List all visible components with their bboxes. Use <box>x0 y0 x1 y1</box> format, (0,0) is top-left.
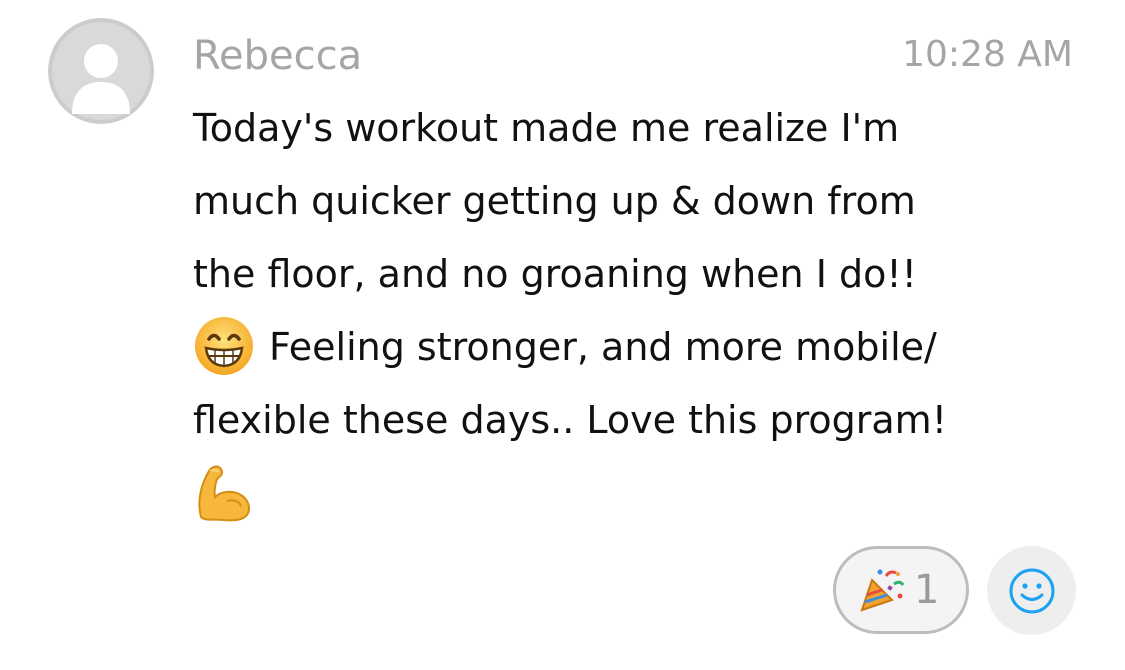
timestamp: 10:28 AM <box>902 34 1073 75</box>
message-line: Today's workout made me realize I'm <box>193 106 900 150</box>
author-name[interactable]: Rebecca <box>193 30 362 82</box>
default-user-avatar-icon <box>48 18 154 124</box>
message-line: flexible these days.. Love this program! <box>193 398 947 442</box>
party-popper-icon <box>858 566 906 614</box>
message-line: much quicker getting up & down from <box>193 179 916 223</box>
message-line-emoji <box>193 457 1073 530</box>
reaction-count: 1 <box>914 567 940 613</box>
avatar[interactable] <box>48 18 154 124</box>
message-line: Feeling stronger, and more mobile/ <box>269 325 937 369</box>
message-body: Today's workout made me realize I'm much… <box>193 92 1073 530</box>
grinning-face-emoji-icon <box>193 315 255 377</box>
message-line: the floor, and no groaning when I do!! <box>193 252 917 296</box>
reaction-party-popper-button[interactable]: 1 <box>833 546 969 634</box>
flexed-biceps-emoji-icon <box>193 461 255 523</box>
add-reaction-button[interactable] <box>987 546 1076 635</box>
smiley-face-icon <box>1009 568 1054 613</box>
message-line-with-emoji: Feeling stronger, and more mobile/ <box>193 311 1073 384</box>
